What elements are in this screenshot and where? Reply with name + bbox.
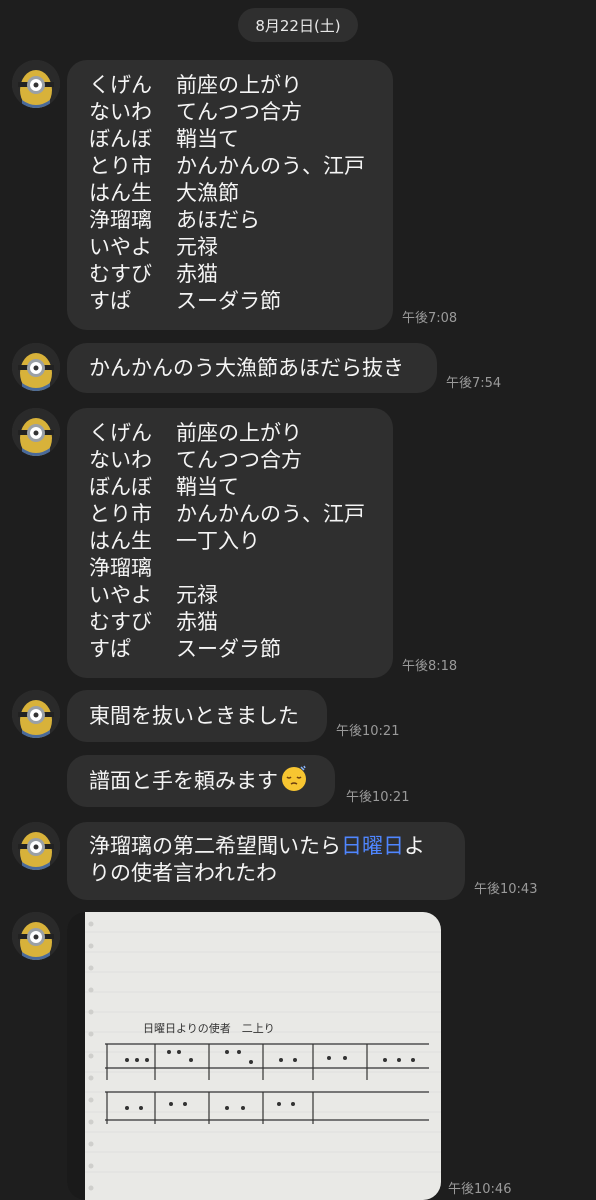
song-name: あほだら [176, 208, 260, 232]
lineup-row: いやよ 元禄 [89, 234, 371, 261]
song-name: 一丁入り [176, 529, 260, 553]
avatar[interactable] [12, 60, 60, 108]
date-separator: 8月22日(土) [238, 8, 358, 42]
lineup-row: くげん 前座の上がり [89, 420, 371, 447]
song-name: てんつつ合方 [176, 448, 302, 472]
performer-name: ぼんぼ [89, 475, 152, 499]
performer-name: ないわ [89, 448, 152, 472]
lineup-row: 浄瑠璃 [89, 555, 371, 582]
performer-name: 浄瑠璃 [89, 208, 152, 232]
lineup-row: すぱ スーダラ節 [89, 636, 371, 663]
performer-name: はん生 [89, 181, 152, 205]
message-line: りの使者言われたわ [89, 861, 277, 885]
message-bubble[interactable]: くげん 前座の上がり ないわ てんつつ合方 ぼんぼ 鞘当て とり市 かんかんのう、江戸 … [67, 60, 393, 330]
message-time: 午後7:54 [446, 376, 502, 391]
message-text: 浄瑠璃の第二希望聞いたら [89, 834, 341, 858]
song-name: スーダラ節 [176, 289, 281, 313]
performer-name: とり市 [89, 154, 152, 178]
song-name: 鞘当て [176, 475, 239, 499]
performer-name: くげん [89, 73, 152, 97]
song-name: かんかんのう、江戸 [176, 502, 365, 526]
lineup-row: はん生 一丁入り [89, 528, 371, 555]
song-name: てんつつ合方 [176, 100, 302, 124]
lineup-row: くげん 前座の上がり [89, 72, 371, 99]
message-time: 午後7:08 [402, 311, 458, 326]
message-bubble[interactable]: くげん 前座の上がり ないわ てんつつ合方 ぼんぼ 鞘当て とり市 かんかんのう、江戸 … [67, 408, 393, 678]
message-bubble[interactable]: 譜面と手を頼みます [67, 755, 335, 807]
message-bubble[interactable]: 浄瑠璃の第二希望聞いたら日曜日よ りの使者言われたわ [67, 822, 465, 900]
song-name: 前座の上がり [176, 421, 302, 445]
avatar[interactable] [12, 822, 60, 870]
song-name: かんかんのう、江戸 [176, 154, 365, 178]
song-name: スーダラ節 [176, 637, 281, 661]
date-link[interactable]: 日曜日 [341, 834, 404, 858]
message-text: 東間を抜いときました [89, 703, 299, 728]
sleepy-face-icon [280, 764, 308, 799]
performer-name: すぱ [89, 637, 131, 661]
avatar[interactable] [12, 690, 60, 738]
performer-name: ぼんぼ [89, 127, 152, 151]
sheet-music-photo: 日曜日よりの使者 二上り [67, 912, 441, 1200]
lineup-row: むすび 赤猫 [89, 609, 371, 636]
lineup-row: ぼんぼ 鞘当て [89, 474, 371, 501]
message-text: かんかんのう大漁節あほだら抜き [89, 355, 404, 380]
song-name: 前座の上がり [176, 73, 302, 97]
lineup-row: いやよ 元禄 [89, 582, 371, 609]
song-name: 赤猫 [176, 262, 218, 286]
performer-name: ないわ [89, 100, 152, 124]
message-time: 午後10:46 [448, 1182, 512, 1197]
song-name: 赤猫 [176, 610, 218, 634]
photo-title: 日曜日よりの使者 二上り [143, 1022, 275, 1035]
performer-name: むすび [89, 610, 152, 634]
message-time: 午後8:18 [402, 659, 458, 674]
performer-name: すぱ [89, 289, 131, 313]
performer-name: いやよ [89, 583, 152, 607]
minion-avatar-icon [12, 60, 60, 108]
message-line: 浄瑠璃の第二希望聞いたら日曜日よ [89, 833, 443, 860]
avatar[interactable] [12, 343, 60, 391]
lineup-row: ないわ てんつつ合方 [89, 447, 371, 474]
performer-name: はん生 [89, 529, 152, 553]
lineup-row: すぱ スーダラ節 [89, 288, 371, 315]
message-time: 午後10:21 [336, 724, 400, 739]
song-name: 元禄 [176, 235, 218, 259]
message-bubble[interactable]: 東間を抜いときました [67, 690, 327, 742]
lineup-row: 浄瑠璃 あほだら [89, 207, 371, 234]
minion-avatar-icon [12, 408, 60, 456]
lineup-row: とり市 かんかんのう、江戸 [89, 501, 371, 528]
date-label: 8月22日(土) [255, 16, 341, 35]
message-bubble[interactable]: かんかんのう大漁節あほだら抜き [67, 343, 437, 393]
message-time: 午後10:43 [474, 882, 538, 897]
performer-name: くげん [89, 421, 152, 445]
performer-name: むすび [89, 262, 152, 286]
photo-message[interactable]: 日曜日よりの使者 二上り [67, 912, 441, 1200]
performer-name: いやよ [89, 235, 152, 259]
minion-avatar-icon [12, 343, 60, 391]
performer-name: 浄瑠璃 [89, 556, 152, 580]
song-name: 鞘当て [176, 127, 239, 151]
lineup-row: ぼんぼ 鞘当て [89, 126, 371, 153]
lineup-row: むすび 赤猫 [89, 261, 371, 288]
song-name: 大漁節 [176, 181, 239, 205]
song-name: 元禄 [176, 583, 218, 607]
minion-avatar-icon [12, 912, 60, 960]
message-text: よ [404, 834, 425, 858]
minion-avatar-icon [12, 690, 60, 738]
avatar[interactable] [12, 408, 60, 456]
lineup-row: とり市 かんかんのう、江戸 [89, 153, 371, 180]
lineup-row: ないわ てんつつ合方 [89, 99, 371, 126]
lineup-row: はん生 大漁節 [89, 180, 371, 207]
message-text: 譜面と手を頼みます [89, 768, 278, 793]
minion-avatar-icon [12, 822, 60, 870]
performer-name: とり市 [89, 502, 152, 526]
message-time: 午後10:21 [346, 790, 410, 805]
avatar[interactable] [12, 912, 60, 960]
